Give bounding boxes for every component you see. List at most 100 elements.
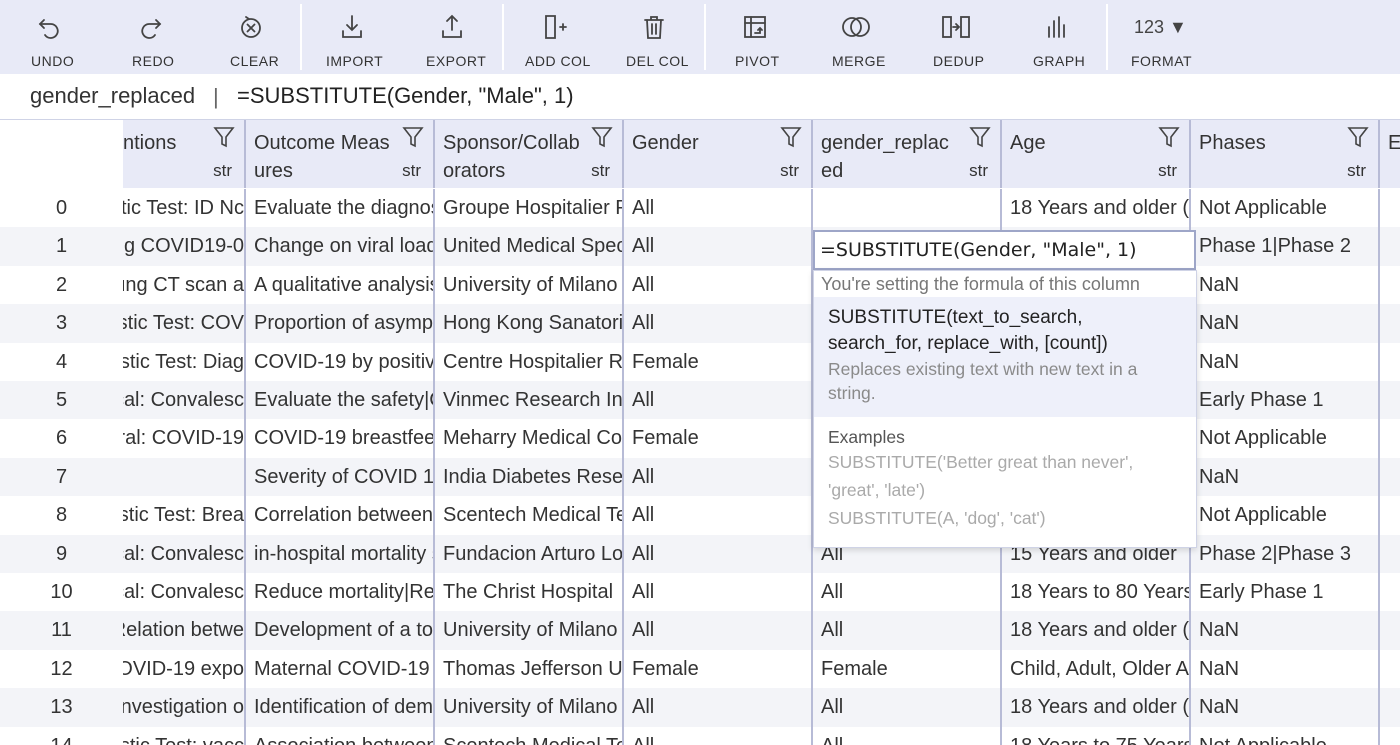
cell-next[interactable] <box>1380 458 1400 496</box>
pivot-button[interactable]: PIVOT <box>706 0 806 74</box>
column-header-next[interactable]: E <box>1380 120 1400 188</box>
cell-next[interactable] <box>1380 650 1400 688</box>
cell-next[interactable] <box>1380 688 1400 726</box>
cell-gender-replaced[interactable]: All <box>813 611 1002 650</box>
cell-gender[interactable]: All <box>624 265 813 305</box>
cell-next[interactable] <box>1380 266 1400 304</box>
merge-button[interactable]: MERGE <box>806 0 906 74</box>
cell-gender[interactable]: All <box>624 534 813 573</box>
cell-gender[interactable]: All <box>624 457 813 497</box>
cell-interventions[interactable] <box>123 457 246 497</box>
cell-sponsor[interactable]: The Christ Hospital <box>435 573 624 612</box>
cell-interventions[interactable]: Lung CT scan a <box>123 265 246 305</box>
cell-interventions[interactable]: oral: COVID-19 <box>123 419 246 458</box>
column-header-outcome-measures[interactable]: Outcome Measures str <box>246 120 435 188</box>
cell-gender-replaced[interactable]: All <box>813 726 1002 745</box>
cell-interventions[interactable]: Investigation o <box>123 688 246 727</box>
cell-phases[interactable]: Early Phase 1 <box>1191 573 1380 612</box>
cell-interventions[interactable]: stic Test: Diag <box>123 342 246 381</box>
column-header-gender-replaced[interactable]: gender_replaced str <box>813 120 1002 188</box>
filter-icon[interactable] <box>591 125 613 149</box>
cell-phases[interactable]: Not Applicable <box>1191 419 1380 458</box>
cell-phases[interactable]: NaN <box>1191 265 1380 305</box>
cell-outcome-measures[interactable]: Change on viral load r <box>246 227 435 266</box>
cell-phases[interactable]: NaN <box>1191 611 1380 650</box>
cell-phases[interactable]: NaN <box>1191 688 1380 727</box>
cell-phases[interactable]: Not Applicable <box>1191 189 1380 228</box>
cell-outcome-measures[interactable]: Development of a too <box>246 611 435 650</box>
autocomplete-suggestion[interactable]: SUBSTITUTE(text_to_search, search_for, r… <box>814 297 1196 417</box>
filter-icon[interactable] <box>969 125 991 149</box>
cell-outcome-measures[interactable]: Association between <box>246 726 435 745</box>
cell-next[interactable] <box>1380 381 1400 419</box>
cell-gender[interactable]: All <box>624 496 813 535</box>
cell-gender[interactable]: All <box>624 189 813 228</box>
clear-button[interactable]: CLEAR <box>200 0 300 74</box>
filter-icon[interactable] <box>213 125 235 149</box>
filter-icon[interactable] <box>1347 125 1369 149</box>
cell-gender[interactable]: All <box>624 304 813 343</box>
graph-button[interactable]: GRAPH <box>1006 0 1106 74</box>
cell-gender[interactable]: All <box>624 227 813 266</box>
filter-icon[interactable] <box>402 125 424 149</box>
cell-outcome-measures[interactable]: Severity of COVID 19 <box>246 457 435 497</box>
cell-gender[interactable]: Female <box>624 649 813 689</box>
cell-sponsor[interactable]: University of Milano B <box>435 611 624 650</box>
cell-phases[interactable]: Not Applicable <box>1191 496 1380 535</box>
cell-outcome-measures[interactable]: Correlation between V <box>246 496 435 535</box>
cell-interventions[interactable]: stic Test: vacc <box>123 726 246 745</box>
cell-interventions[interactable]: COVID-19 expo <box>123 649 246 689</box>
cell-interventions[interactable]: stic Test: ID Nc <box>123 189 246 228</box>
cell-gender-replaced[interactable] <box>813 189 1002 228</box>
cell-sponsor[interactable]: Hong Kong Sanatoriu <box>435 304 624 343</box>
cell-outcome-measures[interactable]: COVID-19 breastfeedi <box>246 419 435 458</box>
cell-interventions[interactable]: stic Test: Brea <box>123 496 246 535</box>
cell-gender-replaced[interactable]: All <box>813 688 1002 727</box>
cell-next[interactable] <box>1380 304 1400 342</box>
cell-next[interactable] <box>1380 343 1400 381</box>
cell-sponsor[interactable]: Groupe Hospitalier Pa <box>435 189 624 228</box>
column-header-interventions[interactable]: ntions str <box>123 120 246 188</box>
cell-next[interactable] <box>1380 611 1400 649</box>
add-column-button[interactable]: ADD COL <box>504 0 604 74</box>
cell-sponsor[interactable]: India Diabetes Resear <box>435 457 624 497</box>
delete-column-button[interactable]: DEL COL <box>604 0 704 74</box>
cell-next[interactable] <box>1380 727 1400 745</box>
cell-sponsor[interactable]: University of Milano B <box>435 688 624 727</box>
cell-age[interactable]: 18 Years and older ( <box>1002 688 1191 727</box>
cell-interventions[interactable]: Drug COVID19-0 <box>123 227 246 266</box>
cell-interventions[interactable]: cal: Convalesc <box>123 534 246 573</box>
cell-next[interactable] <box>1380 535 1400 573</box>
cell-gender[interactable]: All <box>624 726 813 745</box>
cell-phases[interactable]: Early Phase 1 <box>1191 381 1380 420</box>
cell-outcome-measures[interactable]: Evaluate the safety|Cl <box>246 381 435 420</box>
cell-gender-replaced[interactable]: Female <box>813 649 1002 689</box>
formula-editor-input[interactable]: =SUBSTITUTE(Gender, "Male", 1) <box>813 230 1196 270</box>
cell-next[interactable] <box>1380 573 1400 611</box>
cell-age[interactable]: 18 Years to 75 Years <box>1002 726 1191 745</box>
cell-sponsor[interactable]: Thomas Jefferson Un <box>435 649 624 689</box>
column-header-gender[interactable]: Gender str <box>624 120 813 188</box>
cell-sponsor[interactable]: Centre Hospitalier Ré <box>435 342 624 381</box>
cell-interventions[interactable]: Relation betwe <box>123 611 246 650</box>
cell-phases[interactable]: NaN <box>1191 457 1380 497</box>
cell-sponsor[interactable]: University of Milano B <box>435 265 624 305</box>
cell-sponsor[interactable]: Scentech Medical Tec <box>435 726 624 745</box>
cell-next[interactable] <box>1380 419 1400 457</box>
import-button[interactable]: IMPORT <box>302 0 402 74</box>
export-button[interactable]: EXPORT <box>402 0 502 74</box>
cell-outcome-measures[interactable]: Proportion of asympt <box>246 304 435 343</box>
filter-icon[interactable] <box>780 125 802 149</box>
cell-outcome-measures[interactable]: in-hospital mortality s <box>246 534 435 573</box>
cell-sponsor[interactable]: Fundacion Arturo Lop <box>435 534 624 573</box>
cell-outcome-measures[interactable]: Reduce mortality|Red <box>246 573 435 612</box>
cell-interventions[interactable]: cal: Convalesc <box>123 573 246 612</box>
cell-sponsor[interactable]: Meharry Medical Coll <box>435 419 624 458</box>
cell-gender-replaced[interactable]: All <box>813 573 1002 612</box>
cell-interventions[interactable]: cal: Convalesc <box>123 381 246 420</box>
format-button[interactable]: 123 ▼ FORMAT <box>1108 0 1208 74</box>
cell-phases[interactable]: Phase 2|Phase 3 <box>1191 534 1380 573</box>
cell-phases[interactable]: NaN <box>1191 342 1380 381</box>
cell-phases[interactable]: NaN <box>1191 649 1380 689</box>
cell-gender[interactable]: Female <box>624 342 813 381</box>
